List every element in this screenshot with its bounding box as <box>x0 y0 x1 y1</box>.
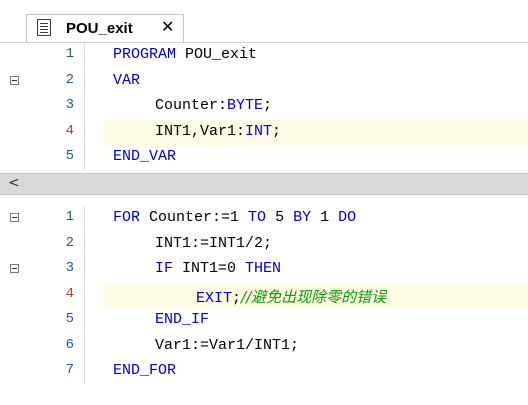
scroll-left-arrow-icon[interactable]: < <box>8 175 20 191</box>
code-token: ; <box>272 122 282 140</box>
gutter-divider <box>84 308 85 333</box>
declaration-editor[interactable]: 1 PROGRAM POU_exit 2 VAR 3 Counter:BYTE; 4 INT1… <box>0 43 528 173</box>
code-text: INT1,Var1:INT; <box>155 123 281 140</box>
gutter-divider <box>84 257 85 282</box>
code-text: END_FOR <box>113 362 176 379</box>
tab-label: POU_exit <box>66 20 133 37</box>
code-line[interactable]: 5 END_VAR <box>0 145 528 170</box>
keyword-token: END_IF <box>155 311 210 328</box>
keyword-token: BY <box>293 209 312 226</box>
pane-gap <box>0 195 528 204</box>
code-line[interactable]: 1 FOR Counter:=1 TO 5 BY 1 DO <box>0 206 528 231</box>
keyword-token: DO <box>338 209 357 226</box>
line-number: 7 <box>65 362 74 378</box>
fold-collapse-icon[interactable] <box>10 75 19 85</box>
code-token: POU_exit <box>176 46 258 63</box>
fold-collapse-icon[interactable] <box>10 264 19 273</box>
line-number: 6 <box>65 336 74 353</box>
keyword-token: END_FOR <box>113 362 177 379</box>
gutter-divider <box>84 94 85 119</box>
line-number: 2 <box>65 71 74 88</box>
keyword-token: PROGRAM <box>113 46 177 63</box>
gutter-divider <box>84 282 85 308</box>
code-token: INT1=0 <box>173 260 246 277</box>
code-line[interactable]: 3 IF INT1=0 THEN <box>0 257 528 282</box>
code-line[interactable]: 2 VAR <box>0 68 528 94</box>
tab-pou-exit[interactable]: POU_exit ✕ <box>26 14 184 42</box>
code-text: END_IF <box>155 311 209 328</box>
gutter-divider <box>84 119 85 145</box>
code-text: FOR Counter:=1 TO 5 BY 1 DO <box>113 209 356 226</box>
code-token: ; <box>263 97 273 114</box>
code-token: Var1:=Var1/INT1; <box>155 336 300 354</box>
code-token: Counter:=1 <box>140 209 249 226</box>
code-line[interactable]: 4 EXIT;//避免出现除零的错误 <box>0 282 528 308</box>
line-number: 3 <box>65 97 74 113</box>
keyword-token: END_VAR <box>113 148 177 165</box>
editor-tab-bar: POU_exit ✕ <box>0 0 528 43</box>
close-icon[interactable]: ✕ <box>161 17 174 36</box>
keyword-token: FOR <box>113 209 141 226</box>
code-line[interactable]: 3 Counter:BYTE; <box>0 94 528 119</box>
gutter-divider <box>84 206 85 231</box>
code-line[interactable]: 4 INT1,Var1:INT; <box>0 119 528 145</box>
code-line[interactable]: 7 END_FOR <box>0 359 528 384</box>
code-token: INT1:=INT1/2; <box>155 234 273 252</box>
keyword-token: TO <box>248 209 267 226</box>
gutter-divider <box>84 145 85 170</box>
keyword-token: EXIT <box>196 289 233 307</box>
implementation-editor[interactable]: 1 FOR Counter:=1 TO 5 BY 1 DO 2 INT1:=INT1/… <box>0 204 528 405</box>
line-number: 2 <box>65 234 74 251</box>
gutter-divider <box>84 333 85 359</box>
gutter-divider <box>84 359 85 384</box>
code-token: 5 <box>266 209 294 226</box>
keyword-token: THEN <box>245 260 282 277</box>
line-number: 5 <box>65 148 74 164</box>
line-number: 4 <box>65 285 74 302</box>
line-background <box>104 69 528 94</box>
code-text: IF INT1=0 THEN <box>155 260 281 277</box>
code-line[interactable]: 1 PROGRAM POU_exit <box>0 43 528 68</box>
gutter-divider <box>84 231 85 257</box>
code-token: Counter: <box>155 97 228 114</box>
code-text: END_VAR <box>113 148 176 165</box>
code-token: 1 <box>311 209 339 226</box>
line-number: 3 <box>65 260 74 276</box>
code-text: PROGRAM POU_exit <box>113 46 257 63</box>
code-text: EXIT;//避免出现除零的错误 <box>196 286 386 307</box>
pane-splitter[interactable]: < <box>0 173 528 195</box>
gutter-divider <box>84 68 85 94</box>
fold-collapse-icon[interactable] <box>10 213 19 222</box>
code-line[interactable]: 2 INT1:=INT1/2; <box>0 231 528 257</box>
code-token: ; <box>232 289 242 307</box>
keyword-token: INT <box>245 122 273 140</box>
keyword-token: VAR <box>113 71 141 89</box>
code-token: INT1,Var1: <box>155 122 246 140</box>
comment-token: //避免出现除零的错误 <box>241 287 387 306</box>
code-line[interactable]: 5 END_IF <box>0 308 528 333</box>
keyword-token: BYTE <box>227 97 264 114</box>
code-line[interactable]: 6 Var1:=Var1/INT1; <box>0 333 528 359</box>
document-icon <box>37 19 51 36</box>
code-text: Var1:=Var1/INT1; <box>155 337 299 354</box>
keyword-token: IF <box>155 260 174 277</box>
line-number: 1 <box>65 209 74 225</box>
code-text: VAR <box>113 72 140 89</box>
code-text: INT1:=INT1/2; <box>155 235 272 252</box>
gutter-divider <box>84 43 85 68</box>
line-number: 5 <box>65 311 74 327</box>
code-text: Counter:BYTE; <box>155 97 272 114</box>
line-number: 1 <box>65 46 74 62</box>
line-number: 4 <box>65 122 74 139</box>
